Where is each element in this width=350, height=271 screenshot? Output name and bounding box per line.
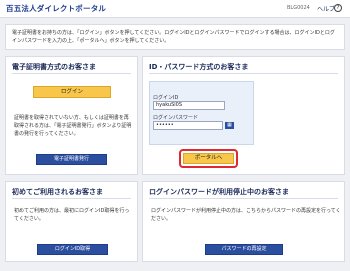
locked-panel: ログインパスワードが利用停止中のお客さま ログインパスワードが利用停止中の方は、… bbox=[142, 181, 345, 262]
notice-text: 電子証明書をお持ちの方は、「ログイン」ボタンを押してください。ログインIDとログ… bbox=[12, 30, 335, 44]
login-form bbox=[149, 81, 254, 145]
notice-box: 電子証明書をお持ちの方は、「ログイン」ボタンを押してください。ログインIDとログ… bbox=[5, 24, 345, 50]
reset-password-button[interactable]: パスワードの再設定 bbox=[205, 244, 283, 255]
first-time-description: 初めてご利用の方は、最初にログインID取得を行ってください。 bbox=[14, 208, 130, 222]
help-icon[interactable]: ? bbox=[334, 4, 342, 12]
login-id-input[interactable]: hyakuSl0S bbox=[153, 101, 225, 110]
locked-panel-title: ログインパスワードが利用停止中のお客さま bbox=[149, 188, 289, 196]
get-login-id-button[interactable]: ログインID取得 bbox=[37, 244, 108, 255]
portal-button[interactable]: ポータルへ bbox=[183, 153, 234, 164]
login-password-label: ログインパスワード bbox=[153, 115, 199, 121]
help-link[interactable]: ヘルプ bbox=[317, 4, 335, 13]
top-bar: 百五法人ダイレクトポータル BLG0024 ヘルプ ? bbox=[0, 0, 350, 18]
login-id-label: ログインID bbox=[153, 95, 179, 101]
divider bbox=[149, 198, 338, 199]
cert-panel-title: 電子証明書方式のお客さま bbox=[12, 63, 96, 71]
software-keyboard-icon[interactable]: ▦ bbox=[225, 122, 234, 129]
login-password-input[interactable]: •••••• bbox=[153, 121, 223, 130]
cert-panel: 電子証明書方式のお客さま ログイン 証明書を取得されていない方、もしくは証明書を… bbox=[5, 56, 138, 175]
first-time-panel: 初めてご利用されるお客さま 初めてご利用の方は、最初にログインID取得を行ってく… bbox=[5, 181, 138, 262]
divider bbox=[12, 198, 131, 199]
idpw-panel-title: ID・パスワード方式のお客さま bbox=[149, 63, 249, 71]
divider bbox=[12, 73, 131, 74]
cert-login-button[interactable]: ログイン bbox=[33, 86, 111, 98]
cert-description: 証明書を取得されていない方、もしくは証明書を再取得される方は、「電子証明書発行」… bbox=[14, 115, 132, 137]
cert-issue-button[interactable]: 電子証明書発行 bbox=[36, 154, 107, 165]
divider bbox=[149, 73, 338, 74]
locked-description: ログインパスワードが利用停止中の方は、こちらからパスワードの再設定を行ってくださ… bbox=[151, 208, 341, 222]
first-time-panel-title: 初めてご利用されるお客さま bbox=[12, 188, 103, 196]
screen-code: BLG0024 bbox=[287, 5, 310, 11]
idpw-panel: ID・パスワード方式のお客さま ログインID hyakuSl0S ログインパスワ… bbox=[142, 56, 345, 175]
site-logo: 百五法人ダイレクトポータル bbox=[6, 4, 107, 13]
